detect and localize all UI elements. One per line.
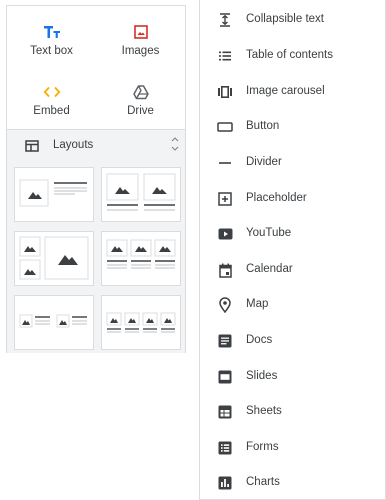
forms-icon [216,439,234,457]
layout-preview [106,312,176,333]
forms-item[interactable]: Forms [200,430,385,465]
components-panel: Collapsible text Table of contents Image… [199,0,386,500]
layout-preview [106,239,176,269]
drive-label: Drive [127,105,154,117]
placeholder-item[interactable]: Placeholder [200,181,385,216]
insert-grid: Text box Images Embed Drive [7,6,185,128]
sheets-label: Sheets [246,405,282,417]
chevron-collapse-icon[interactable] [171,137,179,156]
text-box-button[interactable]: Text box [7,11,96,71]
layout-card-three-images[interactable] [14,231,94,286]
slides-label: Slides [246,370,278,382]
slides-icon [216,368,234,386]
layout-preview [106,173,176,211]
docs-label: Docs [246,334,273,346]
insert-panel: Text box Images Embed Drive Layouts [6,5,186,353]
table-of-contents-label: Table of contents [246,49,333,61]
calendar-label: Calendar [246,263,293,275]
youtube-label: YouTube [246,227,292,239]
charts-label: Charts [246,476,280,488]
map-pin-icon [216,296,234,314]
forms-label: Forms [246,441,279,453]
charts-item[interactable]: Charts [200,465,385,500]
collapsible-text-label: Collapsible text [246,13,324,25]
embed-button[interactable]: Embed [7,71,96,131]
text-box-label: Text box [30,45,73,57]
layout-preview [19,236,89,280]
layout-card-two-images[interactable] [101,167,181,222]
layouts-icon [25,139,39,157]
map-item[interactable]: Map [200,287,385,322]
collapsible-text-item[interactable]: Collapsible text [200,2,385,37]
layouts-section: Layouts [7,129,185,353]
collapsible-text-icon [216,11,234,29]
layout-card-four-columns[interactable] [101,295,181,350]
calendar-icon [216,261,234,279]
sheets-icon [216,403,234,421]
images-label: Images [121,45,160,57]
layout-preview [19,179,87,207]
calendar-item[interactable]: Calendar [200,252,385,287]
youtube-item[interactable]: YouTube [200,216,385,251]
drive-icon [96,83,185,101]
slides-item[interactable]: Slides [200,359,385,394]
charts-icon [216,474,234,492]
divider-icon [216,154,234,172]
button-label: Button [246,120,280,132]
layouts-title: Layouts [53,139,94,151]
images-button[interactable]: Images [96,11,185,71]
youtube-icon [216,225,234,243]
image-carousel-label: Image carousel [246,85,325,97]
table-of-contents-item[interactable]: Table of contents [200,38,385,73]
placeholder-icon [216,190,234,208]
divider-item[interactable]: Divider [200,145,385,180]
button-icon [216,118,234,136]
embed-code-icon [7,83,96,101]
placeholder-label: Placeholder [246,192,307,204]
embed-label: Embed [33,105,70,117]
image-carousel-item[interactable]: Image carousel [200,74,385,109]
layouts-header[interactable]: Layouts [7,130,185,160]
layout-preview [19,314,87,328]
text-box-icon [7,23,96,41]
docs-icon [216,332,234,350]
layout-card-three-columns[interactable] [101,231,181,286]
divider-label: Divider [246,156,282,168]
sheets-item[interactable]: Sheets [200,394,385,429]
button-item[interactable]: Button [200,109,385,144]
drive-button[interactable]: Drive [96,71,185,131]
layout-card-image-left-text-right[interactable] [14,167,94,222]
map-label: Map [246,298,269,310]
table-of-contents-icon [216,47,234,65]
image-carousel-icon [216,83,234,101]
image-icon [96,23,185,41]
docs-item[interactable]: Docs [200,323,385,358]
layout-card-image-text-pairs[interactable] [14,295,94,350]
